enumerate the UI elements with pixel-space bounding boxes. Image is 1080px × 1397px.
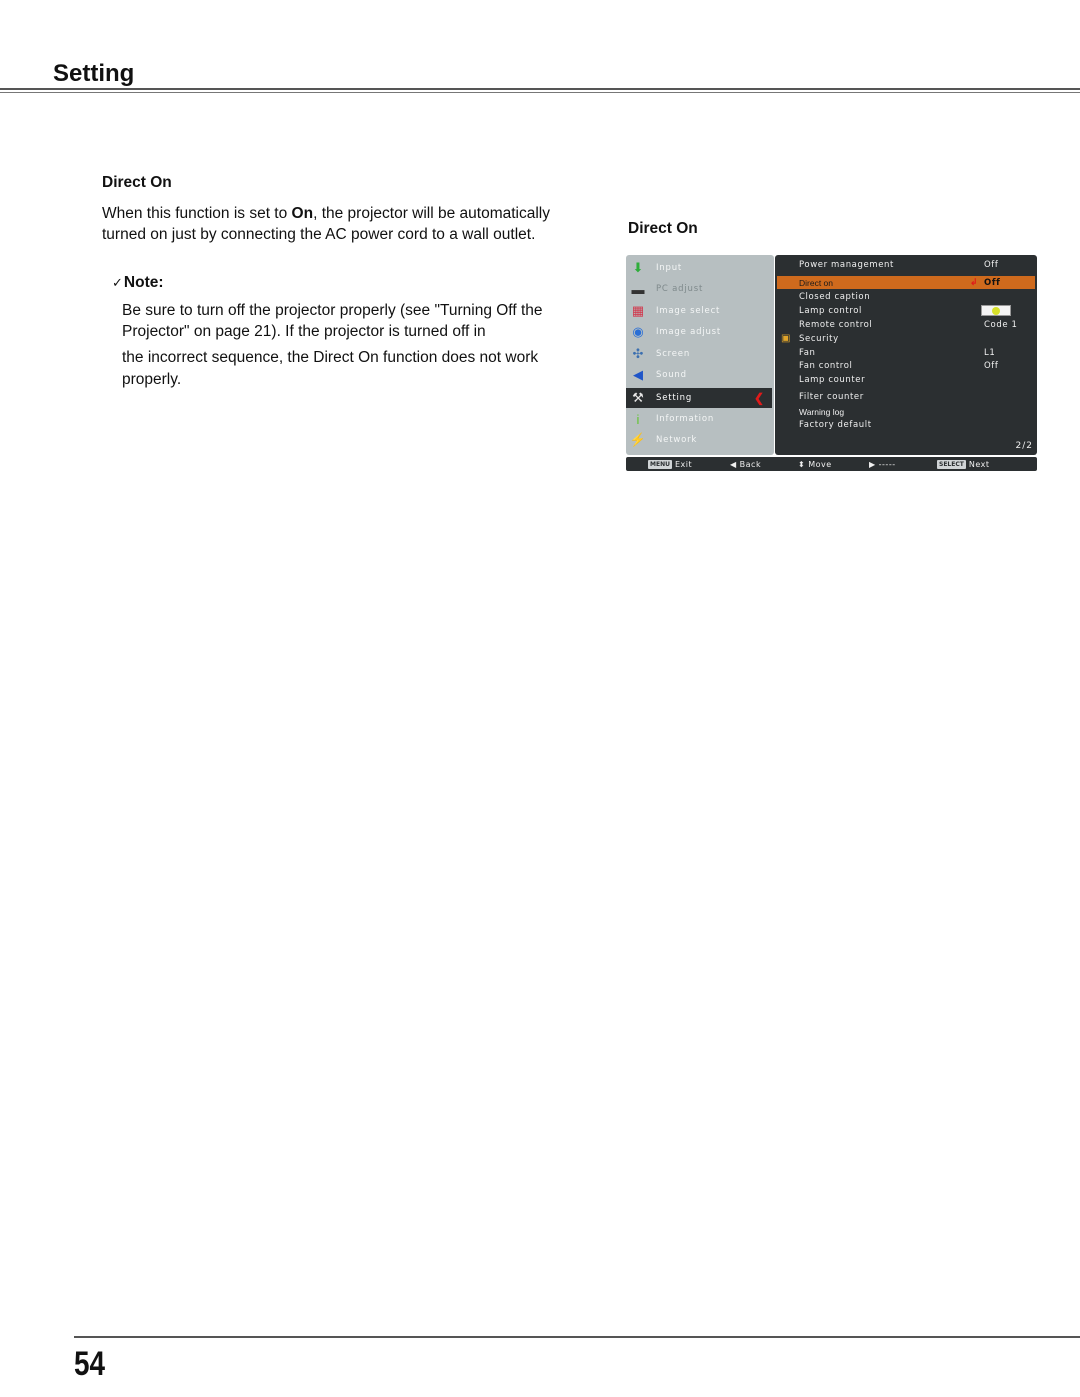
guide-next-label: Next [968, 459, 990, 469]
guide-right: ▶ ----- [869, 460, 896, 469]
image-adjust-icon: ◉ [632, 324, 644, 339]
note-label: ✓Note: [112, 274, 164, 292]
header-rule [0, 88, 1080, 90]
direct-on-heading: Direct On [102, 174, 172, 191]
right-arrow-icon: ▶ [869, 459, 876, 469]
setting-label: Lamp control [799, 305, 862, 316]
setting-label: Fan [799, 347, 816, 358]
osd-menu-item-network: ⚡ Network [626, 430, 774, 450]
setting-label: Warning log [799, 406, 845, 417]
setting-row-filter-counter: Filter counter [775, 390, 1037, 403]
screen-icon: ✣ [632, 346, 644, 361]
network-icon: ⚡ [629, 432, 647, 447]
osd-menu-label: Image adjust [656, 327, 722, 337]
lock-icon: ▣ [781, 333, 791, 344]
direct-on-description: When this function is set to On, the pro… [102, 203, 562, 245]
setting-icon: ⚒ [632, 390, 644, 405]
setting-label: Factory default [799, 419, 872, 430]
setting-row-fan: Fan L1 [775, 346, 1037, 359]
osd-menu-label: Screen [656, 349, 691, 359]
setting-label: Lamp counter [799, 374, 866, 385]
setting-label: Remote control [799, 319, 873, 330]
guide-next: SELECT Next [937, 459, 990, 469]
lamp-mode-icon [981, 305, 1011, 316]
setting-value: Off [984, 277, 1001, 288]
setting-value: L1 [984, 347, 996, 358]
figure-caption: Direct On [628, 220, 698, 237]
osd-menu-item-setting: ⚒ Setting ❮ [626, 388, 772, 408]
setting-label: Security [799, 333, 839, 344]
description-text: When this function is set to [102, 205, 292, 222]
guide-right-label: ----- [878, 459, 896, 469]
sound-icon: ◀ [633, 367, 643, 382]
osd-menu-label: PC adjust [656, 284, 704, 294]
osd-menu-label: Image select [656, 306, 721, 316]
osd-menu-screenshot: ⬇ Input ▬ PC adjust ▦ Image select ◉ Image adju… [626, 255, 1037, 471]
information-icon: i [636, 411, 640, 427]
guide-back: ◀ Back [730, 460, 761, 469]
input-icon: ⬇ [632, 260, 644, 275]
osd-menu-item-information: i Information [626, 409, 774, 429]
left-arrow-icon: ◀ [730, 459, 737, 469]
guide-exit-label: Exit [674, 459, 693, 469]
setting-row-warning-log: Warning log [775, 405, 1037, 418]
note-text: Be sure to turn off the projector proper… [122, 302, 543, 340]
setting-label: Closed caption [799, 291, 871, 302]
page-number: 54 [74, 1345, 106, 1383]
osd-menu-item-pc-adjust: ▬ PC adjust [626, 279, 774, 299]
setting-label: Fan control [799, 360, 853, 371]
up-down-arrow-icon: ⬍ [798, 459, 806, 469]
select-key-icon: SELECT [937, 459, 966, 469]
lamp-bulb-icon [992, 307, 1000, 315]
footer-rule [74, 1336, 1080, 1338]
guide-move-label: Move [808, 459, 832, 469]
enter-icon: ↲ [970, 277, 978, 287]
image-select-icon: ▦ [631, 303, 645, 318]
section-title: Setting [53, 60, 135, 87]
header-rule-thin [0, 92, 1080, 93]
osd-menu-item-sound: ◀ Sound [626, 365, 774, 385]
osd-menu-item-image-select: ▦ Image select [626, 301, 774, 321]
checkmark-icon: ✓ [112, 275, 123, 290]
setting-row-closed-caption: Closed caption [775, 290, 1037, 303]
setting-row-factory-default: Factory default [775, 418, 1037, 431]
page-indicator: 2/2 [1015, 441, 1033, 451]
setting-row-direct-on: Direct on Off ↲ [777, 276, 1035, 289]
osd-menu-label: Setting [656, 393, 693, 403]
description-bold-on: On [291, 205, 314, 222]
guide-exit: MENU Exit [648, 459, 693, 469]
note-text-cont: the incorrect sequence, the Direct On fu… [122, 349, 539, 388]
osd-guide-bar: MENU Exit ◀ Back ⬍ Move ▶ ----- SELECT Next [626, 457, 1037, 471]
setting-value: Off [984, 360, 999, 371]
osd-menu-label: Input [656, 263, 683, 273]
pc-adjust-icon: ▬ [631, 281, 645, 297]
osd-menu-label: Information [656, 414, 715, 424]
setting-row-remote-control: Remote control Code 1 [775, 318, 1037, 331]
osd-menu-label: Sound [656, 370, 687, 380]
setting-row-lamp-counter: Lamp counter [775, 373, 1037, 386]
setting-value: Off [984, 259, 999, 270]
osd-menu-item-image-adjust: ◉ Image adjust [626, 322, 774, 342]
note-label-text: Note: [123, 274, 164, 291]
osd-menu-item-screen: ✣ Screen [626, 344, 774, 364]
osd-setting-submenu: 2/2 Power management Off Direct on Off ↲ Clos… [775, 255, 1037, 455]
menu-key-icon: MENU [648, 459, 672, 469]
setting-value: Code 1 [984, 319, 1018, 330]
guide-move: ⬍ Move [798, 460, 832, 469]
active-arrow-icon: ❮ [753, 391, 764, 405]
osd-menu-label: Network [656, 435, 698, 445]
osd-menu-item-input: ⬇ Input [626, 258, 774, 278]
osd-main-menu: ⬇ Input ▬ PC adjust ▦ Image select ◉ Image adju… [626, 255, 774, 455]
setting-row-security: Security ▣ [775, 332, 1037, 345]
setting-row-power-management: Power management Off [775, 258, 1037, 271]
setting-label: Power management [799, 259, 894, 270]
setting-row-fan-control: Fan control Off [775, 359, 1037, 372]
guide-back-label: Back [739, 459, 762, 469]
setting-label: Filter counter [799, 391, 864, 402]
setting-label: Direct on [799, 277, 834, 288]
setting-row-lamp-control: Lamp control [775, 304, 1037, 317]
